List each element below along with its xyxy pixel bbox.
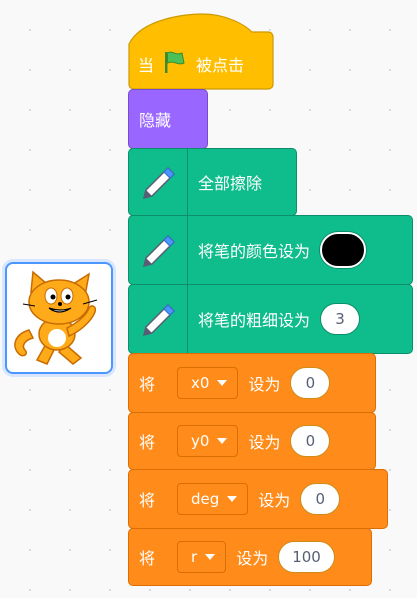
dropdown-caret-icon — [217, 438, 228, 444]
cat-sprite-icon — [14, 270, 98, 365]
pen-color-swatch[interactable] — [320, 232, 367, 268]
hide-label: 隐藏 — [139, 111, 172, 130]
set-to-label: 设为 — [236, 549, 269, 568]
variable-dropdown[interactable]: y0 — [177, 425, 239, 457]
set-prefix-label: 将 — [139, 549, 156, 568]
hide-block[interactable]: 隐藏 — [128, 89, 208, 149]
variable-value-input[interactable]: 0 — [300, 483, 341, 515]
set-to-label: 设为 — [258, 491, 291, 510]
dropdown-caret-icon — [227, 496, 238, 502]
set-to-label: 设为 — [248, 375, 281, 394]
pen-clear-block[interactable]: 全部擦除 — [128, 148, 297, 216]
set-prefix-label: 将 — [139, 491, 156, 510]
variable-name: x0 — [191, 374, 210, 392]
variable-dropdown[interactable]: deg — [177, 483, 249, 515]
pen-icon — [129, 216, 188, 284]
set-variable-block[interactable]: 将 r 设为 100 — [128, 528, 372, 586]
when-flag-clicked-block[interactable]: 当 被点击 — [128, 12, 274, 90]
pen-size-input[interactable]: 3 — [320, 303, 361, 335]
variable-name: y0 — [191, 432, 210, 450]
variable-dropdown[interactable]: x0 — [177, 367, 239, 399]
hat-block-label: 当 被点击 — [138, 49, 244, 79]
pen-set-color-block[interactable]: 将笔的颜色设为 — [128, 215, 413, 285]
set-variable-block[interactable]: 将 deg 设为 0 — [128, 469, 388, 529]
variable-value-input[interactable]: 100 — [278, 541, 335, 573]
set-prefix-label: 将 — [139, 433, 156, 452]
when-text: 当 — [138, 56, 155, 75]
dropdown-caret-icon — [217, 380, 228, 386]
set-to-label: 设为 — [248, 433, 281, 452]
set-prefix-label: 将 — [139, 375, 156, 394]
pen-set-size-block[interactable]: 将笔的粗细设为 3 — [128, 284, 413, 354]
sprite-thumbnail[interactable] — [5, 262, 113, 374]
variable-name: deg — [191, 490, 220, 508]
dropdown-caret-icon — [205, 554, 216, 560]
pen-icon — [129, 149, 188, 215]
clear-label: 全部擦除 — [198, 174, 263, 193]
variable-value-input[interactable]: 0 — [290, 367, 331, 399]
clicked-text: 被点击 — [196, 56, 245, 75]
pen-icon — [129, 285, 188, 353]
variable-value-input[interactable]: 0 — [290, 425, 331, 457]
set-variable-block[interactable]: 将 x0 设为 0 — [128, 353, 376, 413]
set-variable-block[interactable]: 将 y0 设为 0 — [128, 412, 376, 470]
variable-dropdown[interactable]: r — [177, 541, 227, 573]
variable-name: r — [191, 548, 198, 566]
set-color-label: 将笔的颜色设为 — [198, 242, 311, 261]
set-size-label: 将笔的粗细设为 — [198, 311, 311, 330]
green-flag-icon — [162, 49, 188, 79]
